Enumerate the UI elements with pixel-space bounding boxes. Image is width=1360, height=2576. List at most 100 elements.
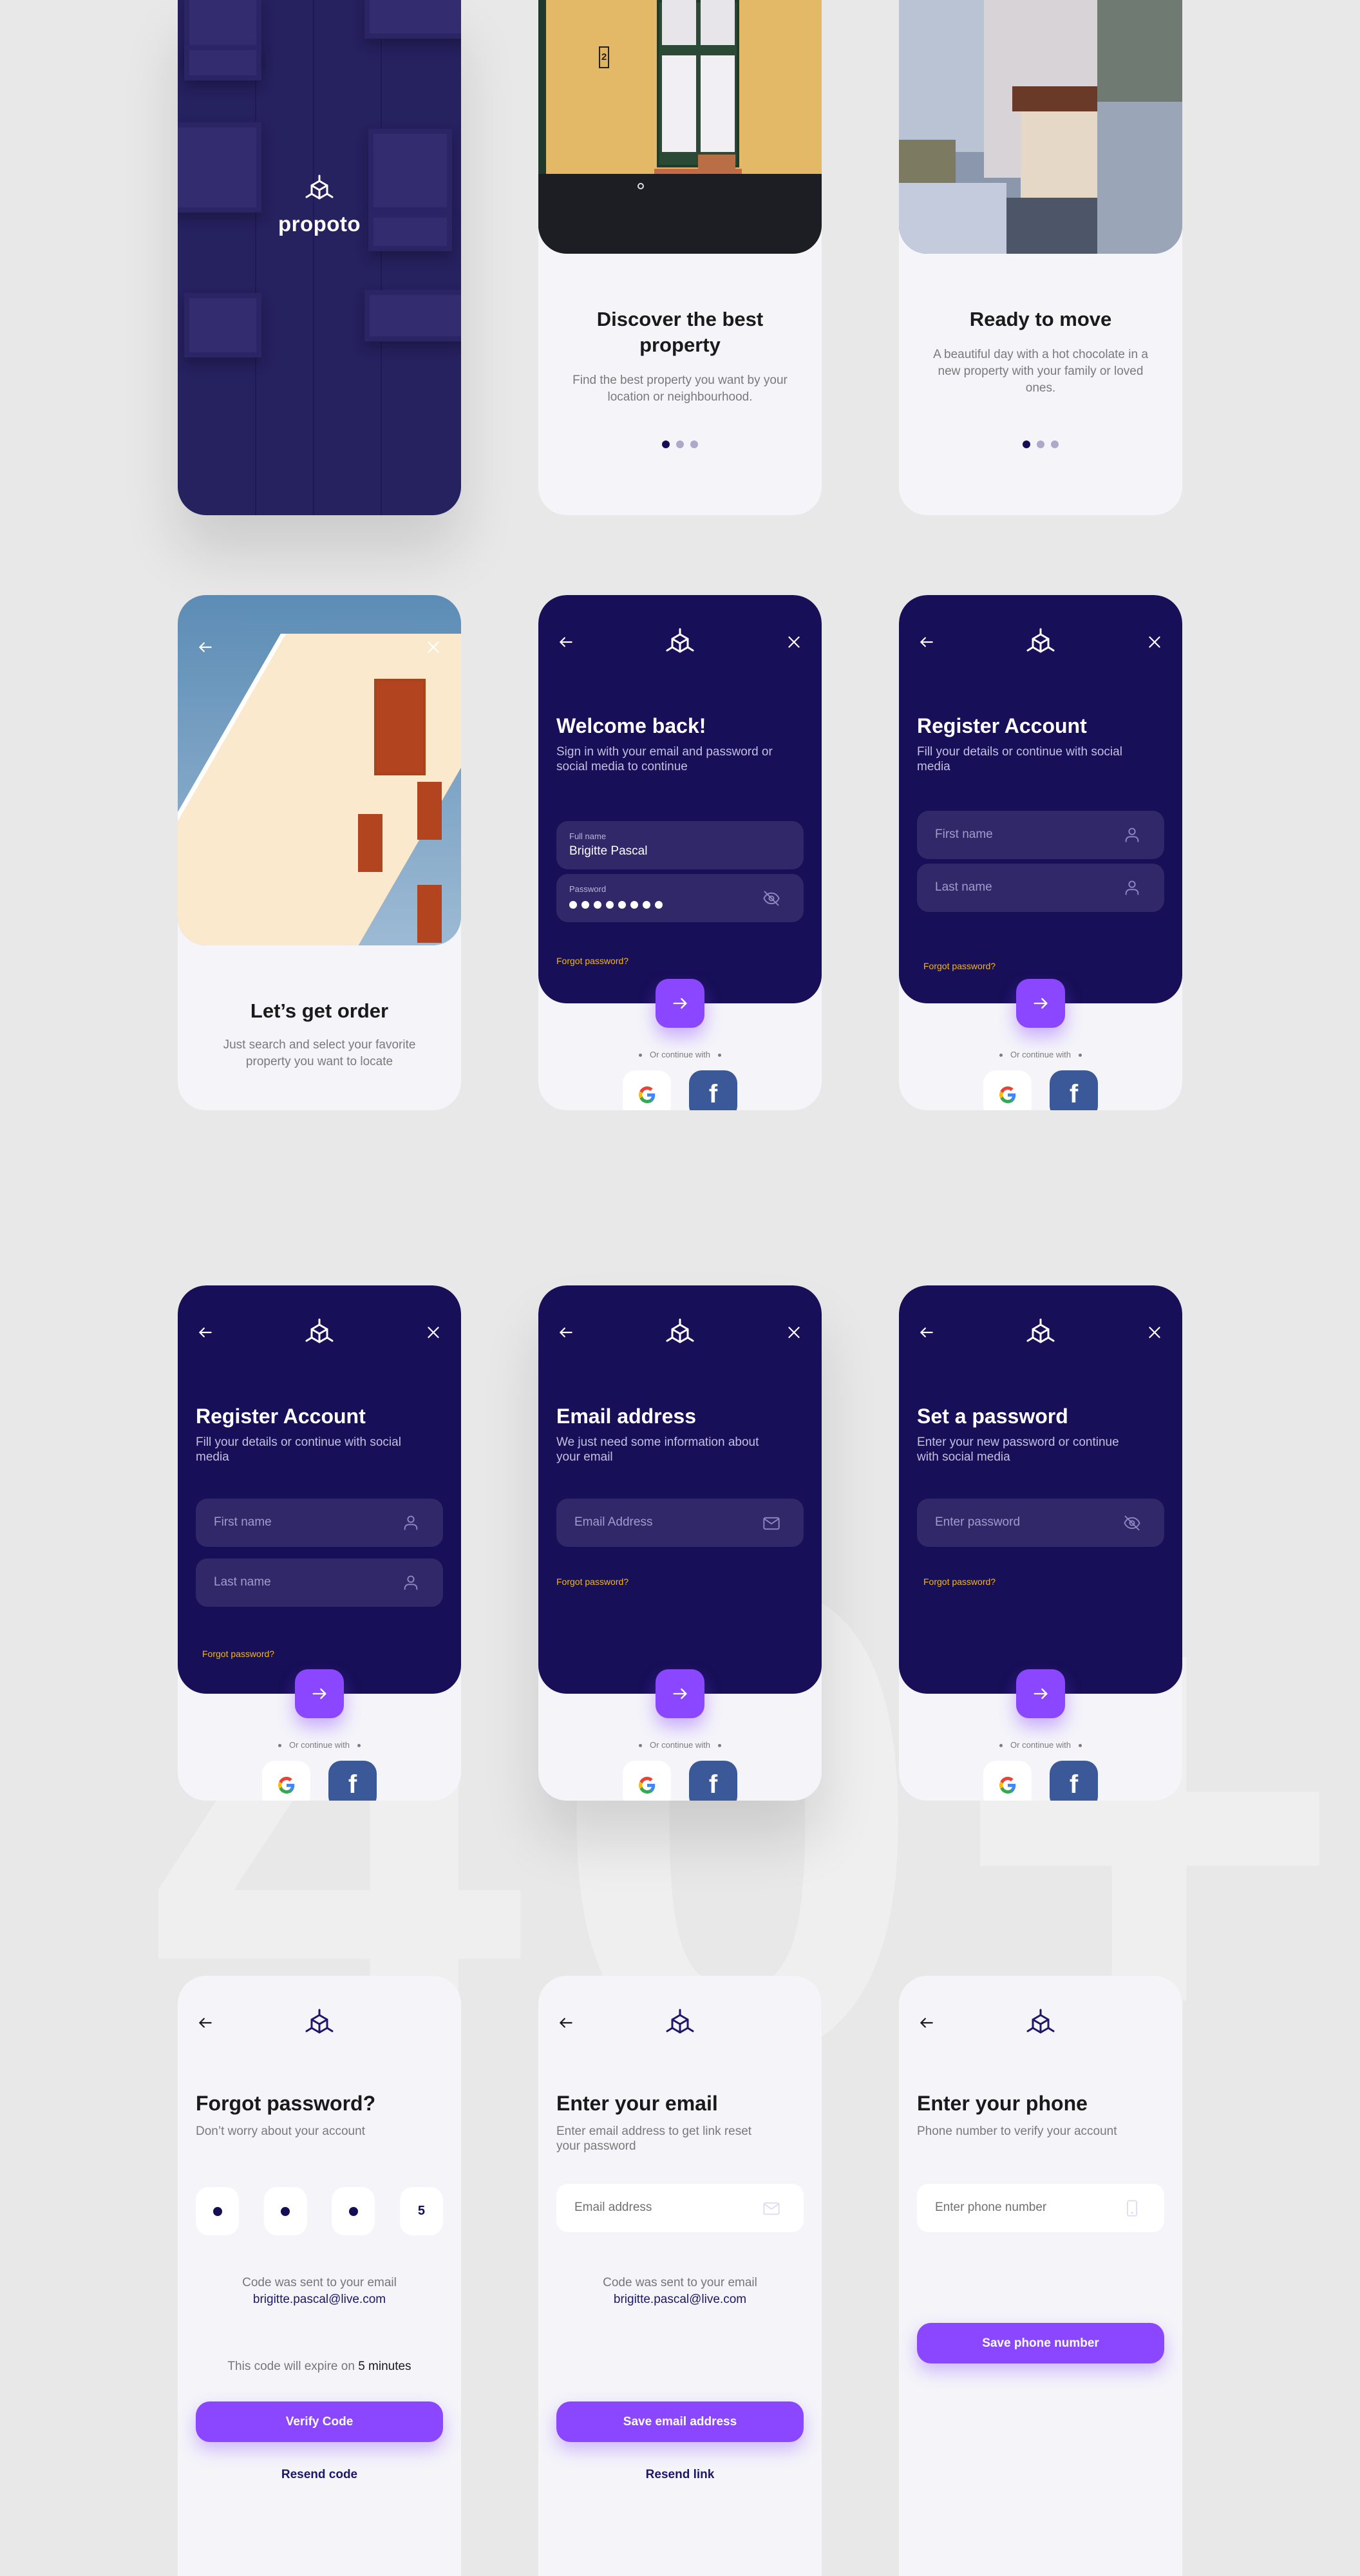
window-panel bbox=[364, 0, 461, 39]
facebook-login-button[interactable]: f bbox=[689, 1070, 737, 1110]
submit-arrow-button[interactable] bbox=[656, 1669, 704, 1718]
page-subtitle: Enter email address to get link reset yo… bbox=[556, 2125, 752, 2153]
back-arrow-icon[interactable] bbox=[918, 634, 935, 650]
last-name-input[interactable]: Last name bbox=[196, 1558, 443, 1607]
submit-arrow-button[interactable] bbox=[1016, 979, 1065, 1028]
logo-icon bbox=[304, 2008, 335, 2039]
back-arrow-icon[interactable] bbox=[197, 2014, 214, 2031]
placeholder: Email address bbox=[574, 2201, 652, 2214]
onboarding-screen-order: Let’s get order Just search and select y… bbox=[178, 595, 461, 1110]
password-input[interactable]: Enter password bbox=[917, 1499, 1164, 1547]
forgot-password-link[interactable]: Forgot password? bbox=[202, 1649, 274, 1659]
email-input[interactable]: Email Address bbox=[556, 1499, 804, 1547]
back-arrow-icon[interactable] bbox=[197, 639, 214, 656]
pagination-dots[interactable] bbox=[899, 440, 1182, 448]
facade-line bbox=[381, 0, 382, 515]
eye-off-icon[interactable] bbox=[762, 889, 780, 907]
page-dot-active[interactable] bbox=[662, 440, 670, 448]
social-buttons: f bbox=[899, 1070, 1182, 1110]
submit-arrow-button[interactable] bbox=[1016, 1669, 1065, 1718]
logo-icon bbox=[1025, 2008, 1056, 2039]
expiry-text: This code will expire on 5 minutes bbox=[227, 2360, 411, 2373]
page-dot[interactable] bbox=[1037, 440, 1044, 448]
google-login-button[interactable] bbox=[983, 1761, 1032, 1801]
submit-arrow-button[interactable] bbox=[295, 1669, 344, 1718]
resend-link[interactable]: Resend link bbox=[538, 2468, 822, 2482]
forgot-password-link[interactable]: Forgot password? bbox=[556, 956, 628, 966]
page-dot[interactable] bbox=[676, 440, 684, 448]
back-arrow-icon[interactable] bbox=[918, 2014, 935, 2031]
phone-input[interactable]: Enter phone number bbox=[917, 2184, 1164, 2232]
otp-digit-box[interactable] bbox=[332, 2187, 375, 2235]
close-icon[interactable] bbox=[425, 1324, 442, 1341]
resend-code-link[interactable]: Resend code bbox=[178, 2468, 461, 2482]
page-dot[interactable] bbox=[1051, 440, 1059, 448]
password-masked-value[interactable] bbox=[569, 901, 663, 909]
submit-arrow-button[interactable] bbox=[656, 979, 704, 1028]
window-panel bbox=[184, 293, 261, 357]
field-value[interactable]: Brigitte Pascal bbox=[569, 844, 647, 858]
page-dot-active[interactable] bbox=[1023, 440, 1030, 448]
email-input[interactable]: Email address bbox=[556, 2184, 804, 2232]
door-window-photo: 2 bbox=[538, 0, 822, 254]
close-icon[interactable] bbox=[1146, 634, 1163, 650]
close-icon[interactable] bbox=[1146, 1324, 1163, 1341]
code-sent-text: Code was sent to your email brigitte.pasc… bbox=[551, 2275, 809, 2308]
recipient-email: brigitte.pascal@live.com bbox=[252, 2293, 386, 2306]
back-arrow-icon[interactable] bbox=[558, 634, 574, 650]
google-icon bbox=[639, 1086, 656, 1103]
brand-wordmark: propoto bbox=[278, 212, 361, 236]
first-name-input[interactable]: First name bbox=[196, 1499, 443, 1547]
save-email-button[interactable]: Save email address bbox=[556, 2401, 804, 2442]
facebook-icon: f bbox=[708, 1770, 718, 1799]
onboarding-subtitle: A beautiful day with a hot chocolate in … bbox=[933, 348, 1148, 395]
close-icon[interactable] bbox=[786, 1324, 802, 1341]
otp-masked-digit bbox=[281, 2206, 290, 2216]
placeholder: Last name bbox=[214, 1575, 271, 1589]
google-login-button[interactable] bbox=[623, 1761, 671, 1801]
facebook-login-button[interactable]: f bbox=[689, 1761, 737, 1801]
page-title: Register Account bbox=[196, 1405, 366, 1428]
full-name-field[interactable]: Full name Brigitte Pascal bbox=[556, 821, 804, 869]
onboarding-screen-discover: 2 Discover the best property Find the be… bbox=[538, 0, 822, 515]
back-arrow-icon[interactable] bbox=[558, 2014, 574, 2031]
google-login-button[interactable] bbox=[623, 1070, 671, 1110]
user-icon bbox=[1123, 826, 1141, 844]
facebook-login-button[interactable]: f bbox=[1050, 1761, 1098, 1801]
top-bar bbox=[899, 1318, 1182, 1346]
password-field[interactable]: Password bbox=[556, 874, 804, 922]
back-arrow-icon[interactable] bbox=[558, 1324, 574, 1341]
facebook-login-button[interactable]: f bbox=[328, 1761, 377, 1801]
social-buttons: f bbox=[538, 1070, 822, 1110]
verify-code-button[interactable]: Verify Code bbox=[196, 2401, 443, 2442]
last-name-input[interactable]: Last name bbox=[917, 864, 1164, 912]
otp-digit-box[interactable] bbox=[263, 2187, 307, 2235]
close-icon[interactable] bbox=[425, 639, 442, 656]
google-icon bbox=[639, 1777, 656, 1794]
save-phone-button[interactable]: Save phone number bbox=[917, 2323, 1164, 2363]
user-icon bbox=[402, 1574, 420, 1592]
or-continue-divider: Or continue with bbox=[899, 1740, 1182, 1750]
eye-off-icon[interactable] bbox=[1123, 1514, 1141, 1532]
back-arrow-icon[interactable] bbox=[197, 1324, 214, 1341]
page-dot[interactable] bbox=[690, 440, 698, 448]
phone-icon bbox=[1123, 2199, 1141, 2217]
google-login-button[interactable] bbox=[983, 1070, 1032, 1110]
forgot-password-link[interactable]: Forgot password? bbox=[556, 1577, 628, 1587]
close-icon[interactable] bbox=[786, 634, 802, 650]
first-name-input[interactable]: First name bbox=[917, 811, 1164, 859]
placeholder: Email Address bbox=[574, 1515, 653, 1529]
social-buttons: f bbox=[178, 1761, 461, 1801]
social-buttons: f bbox=[538, 1761, 822, 1801]
facebook-icon: f bbox=[348, 1770, 357, 1799]
back-arrow-icon[interactable] bbox=[918, 1324, 935, 1341]
otp-digit-box[interactable]: 5 bbox=[399, 2187, 443, 2235]
forgot-password-link[interactable]: Forgot password? bbox=[923, 961, 996, 971]
facebook-login-button[interactable]: f bbox=[1050, 1070, 1098, 1110]
placeholder: Enter phone number bbox=[935, 2201, 1047, 2214]
otp-digit-box[interactable] bbox=[196, 2187, 239, 2235]
pagination-dots[interactable] bbox=[538, 440, 822, 448]
onboarding-title: Discover the best property bbox=[596, 308, 764, 356]
forgot-password-link[interactable]: Forgot password? bbox=[923, 1577, 996, 1587]
google-login-button[interactable] bbox=[262, 1761, 310, 1801]
